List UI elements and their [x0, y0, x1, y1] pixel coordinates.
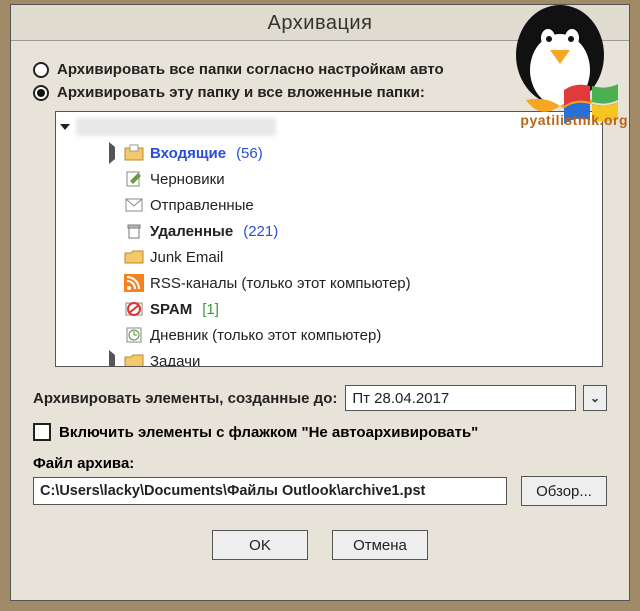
- item-count: (56): [236, 145, 263, 162]
- dialog-buttons: OK Отмена: [33, 530, 607, 560]
- tree-item[interactable]: Удаленные (221): [106, 218, 596, 244]
- date-field[interactable]: Пт 28.04.2017: [345, 385, 576, 411]
- archive-file-label: Файл архива:: [33, 455, 607, 472]
- archive-file-input[interactable]: C:\Users\lacky\Documents\Файлы Outlook\a…: [33, 477, 507, 505]
- inbox-icon: [124, 144, 144, 162]
- tree-item[interactable]: Входящие (56): [106, 140, 596, 166]
- tree-item-label: Junk Email: [150, 249, 223, 266]
- expander-icon[interactable]: [60, 124, 70, 130]
- tree-item-label: Дневник (только этот компьютер): [150, 327, 381, 344]
- radio-label: Архивировать эту папку и все вложенные п…: [57, 84, 425, 101]
- sent-icon: [124, 196, 144, 214]
- tree-item[interactable]: Задачи: [106, 348, 596, 367]
- item-count: (221): [243, 223, 278, 240]
- ok-button[interactable]: OK: [212, 530, 308, 560]
- watermark-text: pyatilistnik.org: [520, 112, 628, 128]
- date-dropdown-button[interactable]: ⌄: [583, 385, 607, 411]
- account-name-blurred: [76, 118, 276, 136]
- date-row: Архивировать элементы, созданные до: Пт …: [33, 385, 607, 411]
- tree-item-label: Черновики: [150, 171, 225, 188]
- tree-item[interactable]: Дневник (только этот компьютер): [106, 322, 596, 348]
- tree-item-label: SPAM: [150, 301, 192, 318]
- include-flagged-row[interactable]: Включить элементы с флажком "Не автоархи…: [33, 423, 607, 441]
- folder-tree[interactable]: Входящие (56) Черновики Отправленные Удаленн…: [55, 111, 603, 367]
- chevron-down-icon: ⌄: [590, 391, 600, 405]
- radio-icon: [33, 85, 49, 101]
- tree-item[interactable]: RSS-каналы (только этот компьютер): [106, 270, 596, 296]
- archive-file-row: C:\Users\lacky\Documents\Файлы Outlook\a…: [33, 476, 607, 506]
- cancel-button[interactable]: Отмена: [332, 530, 428, 560]
- checkbox-label: Включить элементы с флажком "Не автоархи…: [59, 424, 478, 441]
- tree-item-label: Задачи: [150, 353, 200, 368]
- expander-icon[interactable]: [106, 147, 118, 159]
- tree-item-label: Входящие: [150, 145, 226, 162]
- tree-item[interactable]: Отправленные: [106, 192, 596, 218]
- browse-button[interactable]: Обзор...: [521, 476, 607, 506]
- tree-item[interactable]: Junk Email: [106, 244, 596, 270]
- tree-item-label: RSS-каналы (только этот компьютер): [150, 275, 411, 292]
- tree-item[interactable]: Черновики: [106, 166, 596, 192]
- date-label: Архивировать элементы, созданные до:: [33, 390, 337, 407]
- tree-item-label: Удаленные: [150, 223, 233, 240]
- archive-file-value: C:\Users\lacky\Documents\Файлы Outlook\a…: [40, 483, 425, 499]
- spam-icon: [124, 300, 144, 318]
- expander-icon[interactable]: [106, 355, 118, 367]
- folder-icon: [124, 352, 144, 367]
- date-value: Пт 28.04.2017: [352, 390, 449, 407]
- draft-icon: [124, 170, 144, 188]
- trash-icon: [124, 222, 144, 240]
- item-count: [1]: [202, 301, 219, 318]
- checkbox-icon: [33, 423, 51, 441]
- tree-item[interactable]: SPAM [1]: [106, 296, 596, 322]
- tree-item-label: Отправленные: [150, 197, 254, 214]
- journal-icon: [124, 326, 144, 344]
- radio-icon: [33, 62, 49, 78]
- radio-label: Архивировать все папки согласно настройк…: [57, 61, 444, 78]
- folder-icon: [124, 248, 144, 266]
- rss-icon: [124, 274, 144, 292]
